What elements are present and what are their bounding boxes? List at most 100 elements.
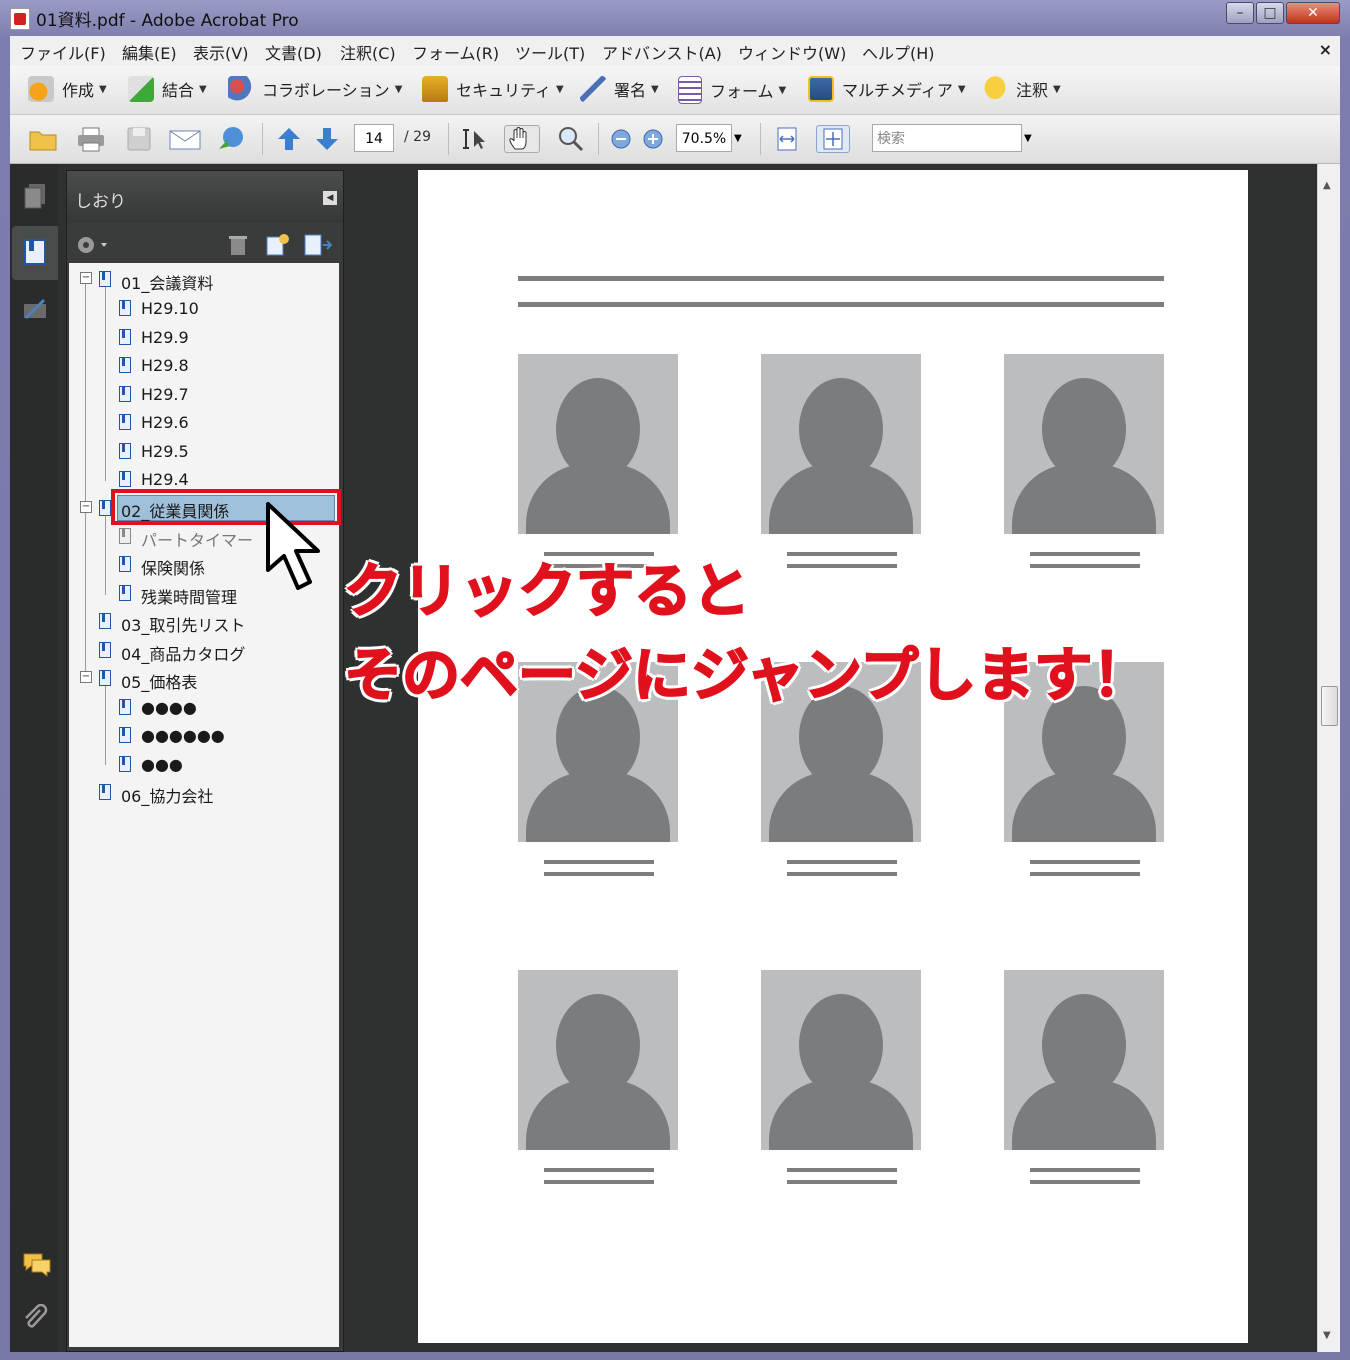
- delete-bookmark-icon[interactable]: [227, 233, 249, 257]
- options-gear-icon[interactable]: [75, 233, 109, 257]
- share-globe-icon[interactable]: [216, 125, 246, 153]
- person-placeholder-image: [1004, 354, 1164, 534]
- security-button[interactable]: セキュリティ ▼: [422, 76, 564, 102]
- bookmark-icon: [119, 556, 131, 572]
- vertical-scrollbar[interactable]: ▲ ▼: [1317, 164, 1340, 1352]
- bookmark-item[interactable]: ●●●: [141, 755, 183, 774]
- bookmark-item[interactable]: 04_商品カタログ: [121, 641, 245, 665]
- caption-line: [544, 1168, 654, 1172]
- pages-icon[interactable]: [22, 182, 48, 210]
- menu-tools[interactable]: ツール(T): [515, 40, 585, 64]
- comments-icon[interactable]: [22, 1250, 51, 1278]
- search-input[interactable]: 検索: [872, 124, 1022, 152]
- bookmark-icon: [119, 699, 131, 715]
- toolbar-divider: [262, 123, 263, 155]
- print-icon[interactable]: [76, 125, 106, 153]
- bookmark-item[interactable]: H29.5: [141, 442, 189, 461]
- menu-file[interactable]: ファイル(F): [20, 40, 106, 64]
- scrollbar-thumb[interactable]: [1321, 686, 1338, 726]
- combine-icon: [128, 76, 154, 102]
- collapse-toggle-icon[interactable]: −: [80, 272, 92, 284]
- previous-page-icon[interactable]: [274, 125, 304, 153]
- heading-line: [518, 276, 1164, 281]
- collapse-toggle-icon[interactable]: −: [80, 671, 92, 683]
- bookmark-item[interactable]: H29.9: [141, 328, 189, 347]
- caption-line: [1030, 872, 1140, 876]
- menu-advanced[interactable]: アドバンスト(A): [602, 40, 722, 64]
- expand-bookmark-icon[interactable]: [303, 233, 333, 257]
- callout-line-1: クリックすると: [343, 556, 751, 626]
- bookmark-item[interactable]: H29.8: [141, 356, 189, 375]
- bookmark-item[interactable]: 残業時間管理: [141, 584, 237, 608]
- bookmark-item[interactable]: ●●●●●●: [141, 726, 225, 745]
- minimize-button[interactable]: –: [1226, 2, 1254, 24]
- bookmark-icon: [119, 585, 131, 601]
- caption-line: [787, 1180, 897, 1184]
- scroll-down-arrow-icon[interactable]: ▼: [1323, 1330, 1331, 1341]
- menu-window[interactable]: ウィンドウ(W): [738, 40, 846, 64]
- toolbar-divider: [760, 123, 761, 155]
- menu-edit[interactable]: 編集(E): [122, 40, 177, 64]
- zoom-level-input[interactable]: 70.5%: [676, 124, 732, 152]
- menu-document[interactable]: 文書(D): [265, 40, 322, 64]
- collaborate-button[interactable]: コラボレーション ▼: [228, 76, 402, 102]
- bookmark-item[interactable]: 03_取引先リスト: [121, 612, 245, 636]
- menu-forms[interactable]: フォーム(R): [412, 40, 499, 64]
- bookmark-item[interactable]: ●●●●: [141, 698, 197, 717]
- combine-button[interactable]: 結合 ▼: [128, 76, 207, 102]
- menu-bar: ファイル(F) 編集(E) 表示(V) 文書(D) 注釈(C) フォーム(R) …: [10, 36, 1340, 67]
- bookmark-item[interactable]: H29.6: [141, 413, 189, 432]
- signatures-icon[interactable]: [22, 296, 48, 324]
- menu-view[interactable]: 表示(V): [193, 40, 248, 64]
- comment-button[interactable]: 注釈 ▼: [982, 76, 1061, 102]
- bookmark-item[interactable]: H29.4: [141, 470, 189, 489]
- bookmark-item[interactable]: 05_価格表: [121, 669, 197, 693]
- bookmark-item[interactable]: 保険関係: [141, 555, 205, 579]
- document-close-icon[interactable]: ×: [1319, 40, 1332, 59]
- zoom-in-icon[interactable]: [640, 125, 670, 153]
- open-folder-icon[interactable]: [28, 125, 58, 153]
- next-page-icon[interactable]: [312, 125, 342, 153]
- attachment-paperclip-icon[interactable]: [22, 1303, 48, 1332]
- maximize-button[interactable]: □: [1256, 2, 1284, 24]
- sign-button[interactable]: 署名 ▼: [580, 76, 659, 102]
- scroll-up-arrow-icon[interactable]: ▲: [1323, 180, 1331, 191]
- pdf-page: [418, 170, 1248, 1343]
- chevron-down-icon: ▼: [394, 83, 403, 95]
- collapse-toggle-icon[interactable]: −: [80, 501, 92, 513]
- bookmark-item[interactable]: H29.7: [141, 385, 189, 404]
- new-bookmark-icon[interactable]: [265, 233, 291, 257]
- collapse-panel-icon[interactable]: ◀: [323, 191, 337, 205]
- caption-line: [1030, 1168, 1140, 1172]
- menu-help[interactable]: ヘルプ(H): [862, 40, 935, 64]
- bookmarks-icon[interactable]: [22, 238, 48, 266]
- select-text-icon[interactable]: [460, 125, 490, 153]
- close-button[interactable]: ✕: [1286, 2, 1340, 24]
- email-icon[interactable]: [168, 125, 201, 153]
- bookmarks-tree: − 01_会議資料 H29.10 H29.9 H29.8 H29.7 H29.6…: [69, 263, 341, 1347]
- form-icon: [678, 76, 702, 104]
- security-label: セキュリティ: [456, 81, 552, 100]
- search-dropdown-icon[interactable]: ▼: [1024, 125, 1038, 153]
- forms-button[interactable]: フォーム ▼: [678, 76, 786, 104]
- zoom-out-icon[interactable]: [608, 125, 638, 153]
- create-button[interactable]: 作成 ▼: [28, 76, 107, 102]
- menu-comments[interactable]: 注釈(C): [340, 40, 396, 64]
- bookmark-item[interactable]: 06_協力会社: [121, 783, 213, 807]
- hand-tool-icon[interactable]: [504, 125, 540, 153]
- save-icon[interactable]: [124, 125, 154, 153]
- caption-line: [787, 872, 897, 876]
- bookmark-item[interactable]: H29.10: [141, 299, 199, 318]
- fit-page-icon[interactable]: [816, 125, 850, 153]
- zoom-tool-icon[interactable]: [556, 125, 586, 153]
- scrolling-mode-icon[interactable]: [772, 125, 802, 153]
- bookmark-icon: [119, 386, 131, 402]
- bookmark-icon: [99, 642, 111, 658]
- multimedia-button[interactable]: マルチメディア ▼: [808, 76, 966, 102]
- bookmark-item[interactable]: パートタイマー: [141, 527, 253, 551]
- chevron-down-icon: ▼: [957, 83, 966, 95]
- bookmark-item[interactable]: 01_会議資料: [121, 270, 213, 294]
- page-number-input[interactable]: 14: [354, 124, 394, 152]
- bookmark-icon: [119, 357, 131, 373]
- zoom-dropdown-icon[interactable]: ▼: [734, 125, 748, 153]
